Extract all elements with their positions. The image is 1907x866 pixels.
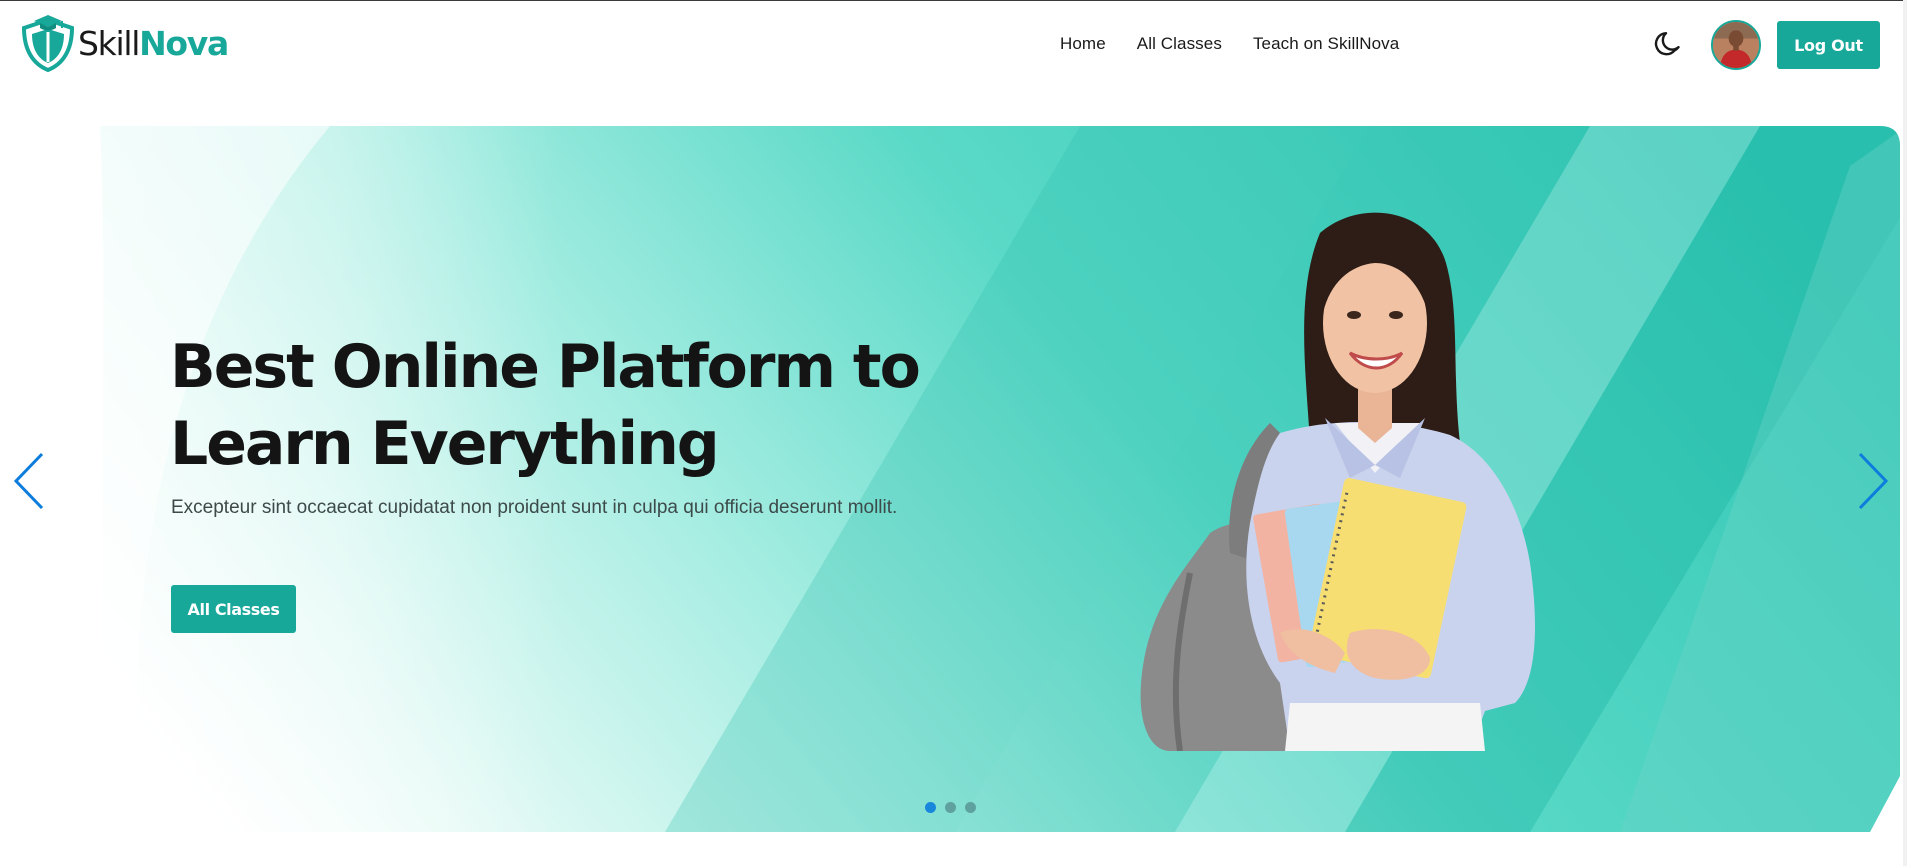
shield-logo-icon	[21, 15, 75, 73]
slider-dot-3[interactable]	[965, 802, 976, 813]
moon-icon[interactable]	[1654, 29, 1684, 59]
navbar: SkillNova Home All Classes Teach on Skil…	[0, 1, 1907, 87]
hero-subtitle: Excepteur sint occaecat cupidatat non pr…	[171, 497, 898, 518]
avatar-photo	[1713, 22, 1759, 68]
nav-link-home[interactable]: Home	[1060, 34, 1106, 54]
hero-slider: Best Online Platform to Learn Everything…	[0, 126, 1907, 832]
slider-dot-1[interactable]	[925, 802, 936, 813]
hero-student-image	[1130, 203, 1590, 751]
logout-button[interactable]: Log Out	[1777, 21, 1880, 69]
user-avatar[interactable]	[1711, 20, 1761, 70]
student-illustration	[1140, 212, 1535, 751]
hero-title: Best Online Platform to Learn Everything	[170, 332, 921, 479]
nav-link-teach[interactable]: Teach on SkillNova	[1253, 34, 1399, 54]
nav-link-all-classes[interactable]: All Classes	[1137, 34, 1222, 54]
chevron-right-icon	[1858, 452, 1889, 510]
hero-all-classes-button[interactable]: All Classes	[171, 585, 296, 633]
brand-logo[interactable]: SkillNova	[18, 12, 229, 74]
scrollbar[interactable]	[1903, 0, 1907, 866]
slider-next-button[interactable]	[1852, 448, 1892, 514]
slider-pagination	[925, 802, 976, 814]
chevron-left-icon	[13, 452, 44, 510]
main-nav: Home All Classes Teach on SkillNova	[1060, 1, 1399, 87]
brand-name-part2: Nova	[139, 23, 229, 63]
slider-dot-2[interactable]	[945, 802, 956, 813]
brand-name: SkillNova	[78, 23, 229, 63]
slider-prev-button[interactable]	[10, 448, 50, 514]
brand-name-part1: Skill	[78, 23, 140, 63]
